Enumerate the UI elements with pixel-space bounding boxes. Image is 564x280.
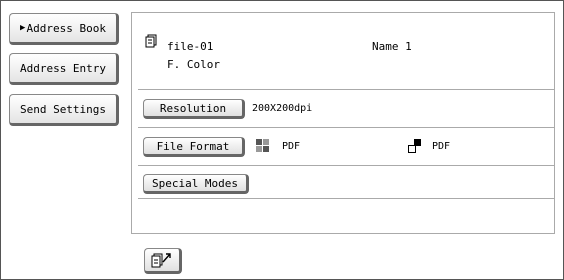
color-quad-icon [256, 139, 269, 152]
send-settings-label: Send Settings [19, 102, 107, 116]
file-format-label: File Format [156, 139, 230, 153]
special-modes-label: Special Modes [151, 176, 239, 190]
send-settings-button[interactable]: Send Settings [9, 94, 119, 126]
row-divider [138, 127, 554, 128]
destination-name: Name 1 [372, 40, 412, 53]
bw-format-value: PDF [432, 141, 451, 152]
resolution-value: 200X200dpi [252, 103, 313, 114]
preview-scan-icon [151, 253, 171, 268]
black-white-icon [408, 139, 421, 153]
file-stack-icon [145, 34, 157, 48]
preview-button[interactable] [144, 248, 182, 274]
file-color-mode: F. Color [167, 58, 220, 71]
address-entry-button[interactable]: Address Entry [9, 53, 119, 85]
resolution-button[interactable]: Resolution [143, 99, 245, 119]
address-book-label: Address Book [26, 21, 106, 35]
settings-panel: file-01 F. Color Name 1 [131, 12, 555, 234]
row-divider [138, 89, 554, 90]
color-format-value: PDF [282, 141, 301, 152]
address-entry-label: Address Entry [19, 61, 107, 75]
address-book-button[interactable]: ▶ Address Book [9, 13, 119, 45]
play-arrow-icon: ▶ [20, 23, 26, 33]
special-modes-button[interactable]: Special Modes [143, 174, 249, 194]
resolution-label: Resolution [159, 101, 227, 115]
row-divider [138, 165, 554, 166]
row-divider [138, 198, 554, 199]
file-name: file-01 [167, 40, 214, 53]
file-format-button[interactable]: File Format [143, 137, 245, 157]
